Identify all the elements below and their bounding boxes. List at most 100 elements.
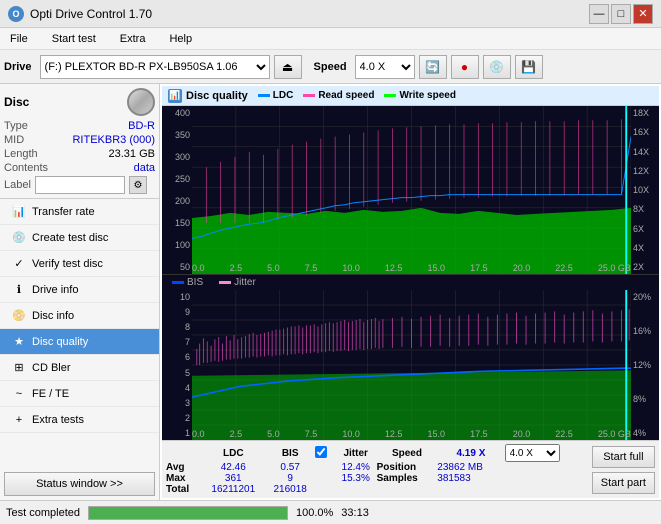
progress-bar (88, 506, 288, 520)
disc-contents-val: data (134, 162, 155, 174)
drive-select[interactable]: (F:) PLEXTOR BD-R PX-LB950SA 1.06 (40, 55, 270, 79)
title-bar-left: O Opti Drive Control 1.70 (8, 6, 152, 22)
bottom-chart-svg (192, 290, 631, 440)
position-val: 23862 MB (437, 462, 504, 473)
verify-test-icon: ✓ (12, 257, 26, 271)
app-logo: O (8, 6, 24, 22)
stats-table-container: LDC BIS Jitter Speed 4.19 X 4.0 X (166, 444, 586, 495)
jitter-checkbox[interactable] (315, 446, 327, 458)
avg-bis: 0.57 (266, 462, 315, 473)
max-label: Max (166, 473, 201, 484)
speed-select[interactable]: 4.0 X 1.0 X 2.0 X 6.0 X 8.0 X Max (355, 55, 415, 79)
create-test-icon: 💿 (12, 231, 26, 245)
save-button[interactable]: 💾 (515, 55, 543, 79)
legend-write-speed: Write speed (384, 90, 456, 101)
title-bar: O Opti Drive Control 1.70 — □ ✕ (0, 0, 661, 28)
extra-tests-icon: + (12, 413, 26, 427)
menu-file[interactable]: File (4, 31, 34, 47)
sidebar-item-label-disc-info: Disc info (32, 310, 74, 322)
sidebar-item-label-transfer: Transfer rate (32, 206, 95, 218)
disc-label-button[interactable]: ⚙ (129, 176, 147, 194)
app-title: Opti Drive Control 1.70 (30, 7, 152, 21)
status-window-label: Status window >> (36, 478, 123, 490)
disc-quality-icon: ★ (12, 335, 26, 349)
disc-button[interactable]: 💿 (483, 55, 511, 79)
cd-bler-icon: ⊞ (12, 361, 26, 375)
status-bar: Test completed 100.0% 33:13 (0, 500, 661, 524)
toolbar: Drive (F:) PLEXTOR BD-R PX-LB950SA 1.06 … (0, 50, 661, 84)
sidebar-item-drive-info[interactable]: ℹ Drive info (0, 277, 159, 303)
avg-label: Avg (166, 462, 201, 473)
bottom-chart: 10987654321 (162, 290, 659, 440)
sidebar: Disc Type BD-R MID RITEKBR3 (000) Length… (0, 84, 160, 500)
disc-type-val: BD-R (128, 120, 155, 132)
sidebar-item-cd-bler[interactable]: ⊞ CD Bler (0, 355, 159, 381)
minimize-button[interactable]: — (589, 4, 609, 24)
menu-bar: File Start test Extra Help (0, 28, 661, 50)
bottom-chart-legend: BIS Jitter (162, 274, 659, 290)
menu-help[interactable]: Help (163, 31, 198, 47)
chart-svg-container-bottom: 0.02.55.07.510.012.515.017.520.022.525.0… (192, 290, 631, 440)
avg-jitter: 12.4% (335, 462, 377, 473)
eject-button[interactable]: ⏏ (274, 55, 302, 79)
legend-bis-label: BIS (187, 277, 203, 288)
start-full-button[interactable]: Start full (592, 446, 655, 468)
menu-extra[interactable]: Extra (114, 31, 152, 47)
speed-value: 4.19 X (437, 444, 504, 462)
menu-start-test[interactable]: Start test (46, 31, 102, 47)
chart-title-text: Disc quality (186, 90, 248, 102)
fe-te-icon: ~ (12, 387, 26, 401)
sidebar-item-disc-quality[interactable]: ★ Disc quality (0, 329, 159, 355)
sidebar-item-label-disc-quality: Disc quality (32, 336, 88, 348)
sidebar-item-extra-tests[interactable]: + Extra tests (0, 407, 159, 433)
col-ldc-header: LDC (201, 444, 266, 462)
stats-area: LDC BIS Jitter Speed 4.19 X 4.0 X (162, 440, 659, 498)
disc-icon (127, 88, 155, 116)
x-axis-labels-bottom: 0.02.55.07.510.012.515.017.520.022.525.0… (192, 429, 631, 440)
status-text: Test completed (6, 507, 80, 519)
sidebar-item-transfer-rate[interactable]: 📊 Transfer rate (0, 199, 159, 225)
start-buttons: Start full Start part (592, 444, 655, 495)
disc-label-input[interactable] (35, 176, 125, 194)
legend-jitter: Jitter (219, 277, 256, 288)
drive-info-icon: ℹ (12, 283, 26, 297)
disc-mid-val: RITEKBR3 (000) (72, 134, 155, 146)
max-ldc: 361 (201, 473, 266, 484)
disc-type-row: Type BD-R (4, 120, 155, 132)
legend-write-label: Write speed (399, 90, 456, 101)
transfer-rate-icon: 📊 (12, 205, 26, 219)
maximize-button[interactable]: □ (611, 4, 631, 24)
speed-select-stats[interactable]: 4.0 X (505, 444, 560, 462)
disc-contents-row: Contents data (4, 162, 155, 174)
close-button[interactable]: ✕ (633, 4, 653, 24)
sidebar-item-fe-te[interactable]: ~ FE / TE (0, 381, 159, 407)
legend-read-speed: Read speed (303, 90, 374, 101)
speed-label: Speed (314, 61, 347, 73)
sidebar-item-create-test[interactable]: 💿 Create test disc (0, 225, 159, 251)
legend-bis: BIS (172, 277, 203, 288)
drive-label: Drive (4, 61, 32, 73)
refresh-button[interactable]: 🔄 (419, 55, 447, 79)
legend-write-color (384, 94, 396, 97)
burn-button[interactable]: ● (451, 55, 479, 79)
disc-length-key: Length (4, 148, 38, 160)
disc-label-row: Label ⚙ (4, 176, 155, 194)
max-bis: 9 (266, 473, 315, 484)
chart-title-bar: 📊 Disc quality LDC Read speed Write spee… (162, 86, 659, 106)
status-time: 33:13 (341, 507, 369, 519)
y-axis-right-bottom: 20%16%12%8%4% (631, 290, 659, 440)
disc-contents-key: Contents (4, 162, 48, 174)
sidebar-item-disc-info[interactable]: 📀 Disc info (0, 303, 159, 329)
disc-info-icon: 📀 (12, 309, 26, 323)
title-bar-controls[interactable]: — □ ✕ (589, 4, 653, 24)
start-part-button[interactable]: Start part (592, 472, 655, 494)
y-axis-right-top: 18X16X14X12X10X8X6X4X2X (631, 106, 659, 274)
disc-label-key: Label (4, 179, 31, 191)
disc-type-key: Type (4, 120, 28, 132)
sidebar-item-verify-test[interactable]: ✓ Verify test disc (0, 251, 159, 277)
max-jitter: 15.3% (335, 473, 377, 484)
legend-jitter-color (219, 281, 231, 284)
status-window-button[interactable]: Status window >> (4, 472, 155, 496)
total-ldc: 16211201 (201, 484, 266, 495)
top-chart-svg (192, 106, 631, 274)
